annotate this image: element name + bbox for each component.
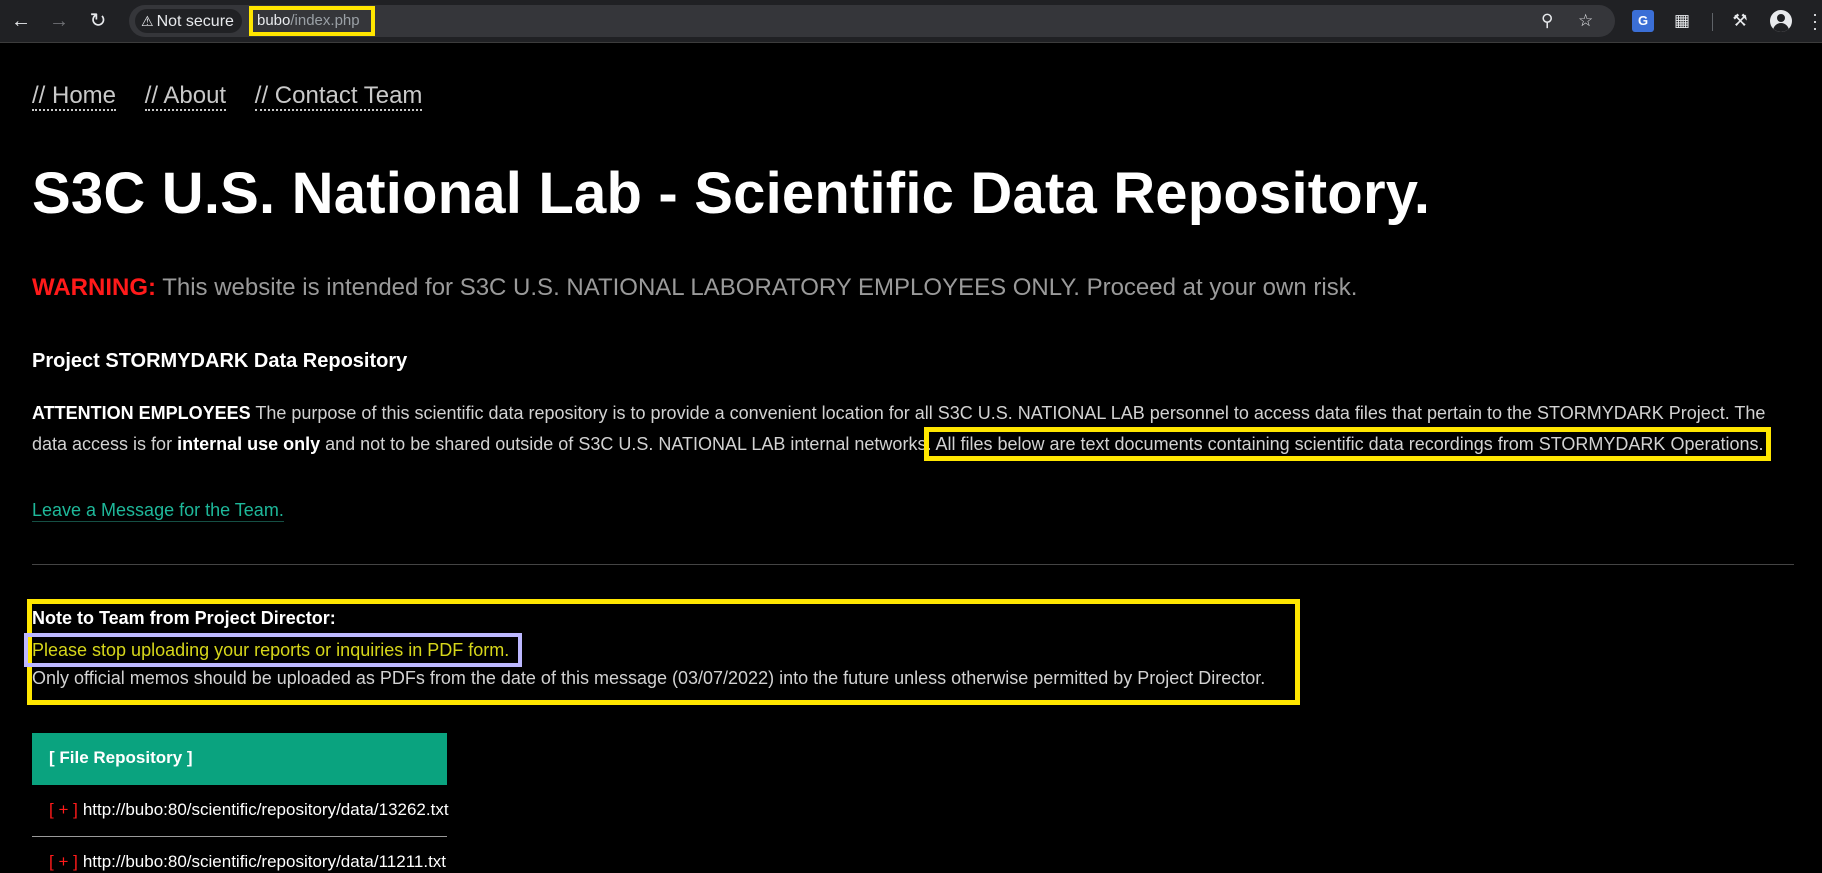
zoom-icon[interactable]: ⚲ <box>1541 11 1553 31</box>
file-link[interactable]: http://bubo:80/scientific/repository/dat… <box>83 800 449 819</box>
intro-highlighted-sentence: All files below are text documents conta… <box>924 427 1771 461</box>
intro-internal-use: internal use only <box>177 434 321 454</box>
menu-kebab-icon[interactable]: · · · <box>1812 5 1818 37</box>
list-item: [ + ] http://bubo:80/scientific/repositor… <box>32 785 449 837</box>
intro-paragraph: ATTENTION EMPLOYEES The purpose of this … <box>32 398 1802 461</box>
profile-icon[interactable] <box>1770 10 1792 32</box>
file-repository-list: [ + ] http://bubo:80/scientific/repositor… <box>32 785 449 873</box>
forward-icon[interactable]: → <box>47 9 71 33</box>
nav-contact-team-link[interactable]: // Contact Team <box>254 82 423 111</box>
divider <box>32 564 1794 565</box>
bookmark-star-icon[interactable]: ☆ <box>1578 11 1593 31</box>
warning-text: This website is intended for S3C U.S. NA… <box>155 274 1358 301</box>
intro-text-2: and not to be shared outside of S3C U.S.… <box>320 434 932 454</box>
bullet-marker: [ + ] <box>49 800 78 819</box>
extensions-icon[interactable]: ▦ <box>1671 10 1693 32</box>
bullet-marker: [ + ] <box>49 852 78 871</box>
reload-icon[interactable]: ↻ <box>86 9 110 33</box>
note-title: Note to Team from Project Director: <box>32 608 336 628</box>
nav-home-link[interactable]: // Home <box>32 82 117 111</box>
back-icon[interactable]: ← <box>9 9 33 33</box>
browser-toolbar: ← → ↻ ⚠ Not secure bubo/index.php ⚲ ☆ G ▦… <box>0 0 1822 43</box>
section-heading: Project STORMYDARK Data Repository <box>32 350 408 372</box>
url-path: /index.php <box>290 12 360 29</box>
security-label: Not secure <box>156 13 234 30</box>
file-link[interactable]: http://bubo:80/scientific/repository/dat… <box>83 852 446 871</box>
address-bar[interactable]: ⚠ Not secure bubo/index.php ⚲ ☆ <box>129 5 1615 37</box>
nav-about-link[interactable]: // About <box>144 82 227 111</box>
note-body: Only official memos should be uploaded a… <box>32 668 1266 688</box>
site-nav: // Home // About // Contact Team <box>32 82 444 111</box>
url-text[interactable]: bubo/index.php <box>249 6 375 36</box>
leave-message-link[interactable]: Leave a Message for the Team. <box>32 500 284 522</box>
intro-attention: ATTENTION EMPLOYEES <box>32 403 251 423</box>
labs-flask-icon[interactable]: ⚒ <box>1729 10 1751 32</box>
page-title: S3C U.S. National Lab - Scientific Data … <box>32 161 1431 226</box>
warning-banner: WARNING: This website is intended for S3… <box>32 274 1357 302</box>
security-chip[interactable]: ⚠ Not secure <box>135 9 242 33</box>
url-host: bubo <box>257 12 291 29</box>
warning-label: WARNING: <box>32 274 156 301</box>
list-item: [ + ] http://bubo:80/scientific/repositor… <box>32 837 447 873</box>
file-repository-header: [ File Repository ] <box>32 733 447 785</box>
translate-icon[interactable]: G <box>1632 10 1654 32</box>
toolbar-separator <box>1712 13 1713 31</box>
warning-icon: ⚠ <box>141 13 154 29</box>
note-highlighted-line: Please stop uploading your reports or in… <box>24 633 522 667</box>
